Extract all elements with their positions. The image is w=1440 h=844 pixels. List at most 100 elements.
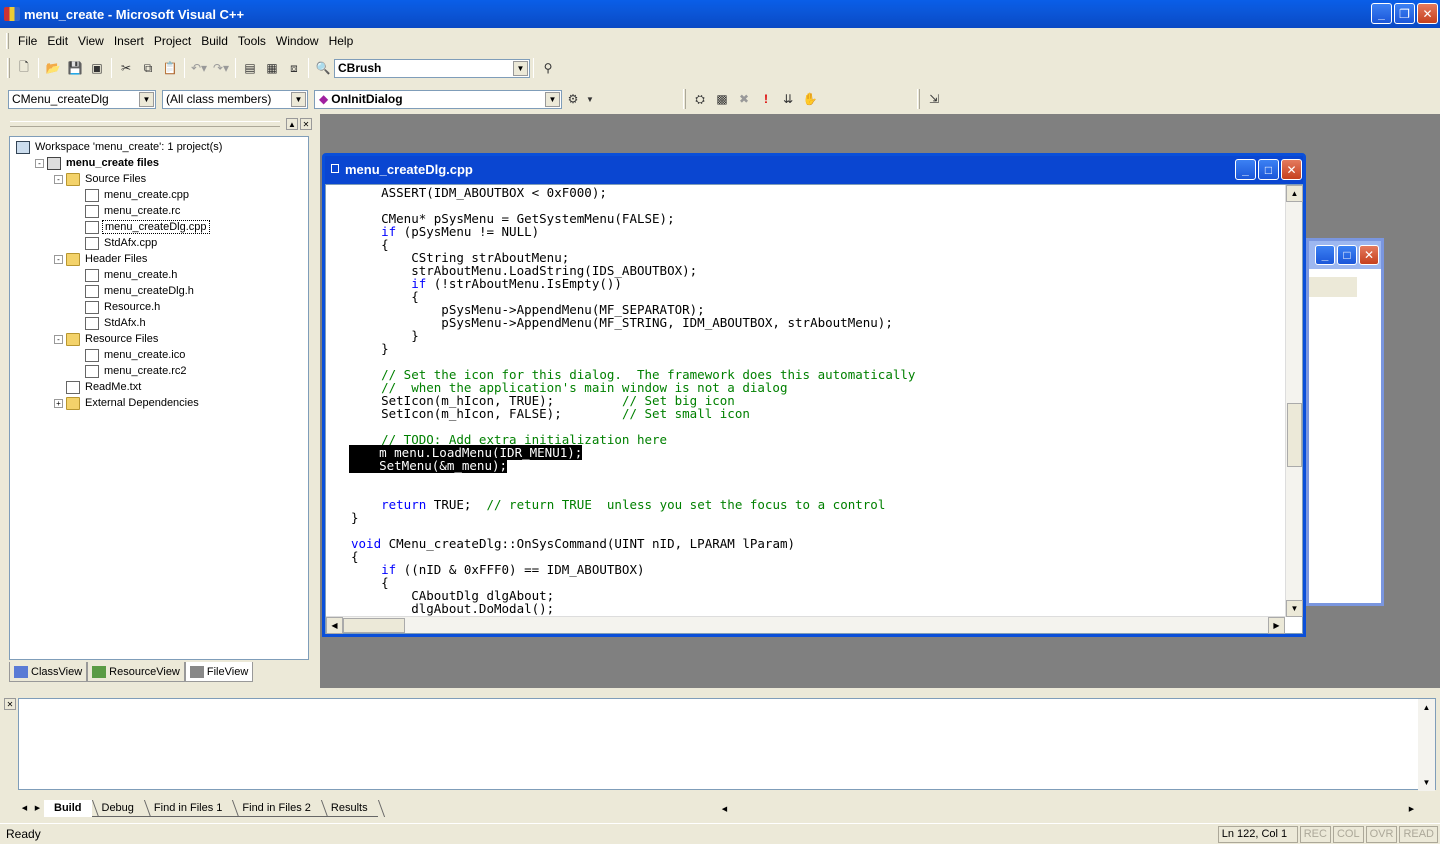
open-icon[interactable]: 📂 bbox=[42, 57, 64, 79]
tab-fileview[interactable]: FileView bbox=[184, 662, 254, 682]
redo-icon[interactable]: ↷▾ bbox=[210, 57, 232, 79]
save-all-icon[interactable]: ▣ bbox=[86, 57, 108, 79]
tree-item[interactable]: ReadMe.txt bbox=[10, 379, 308, 395]
panel-grip[interactable] bbox=[10, 121, 280, 127]
maximize-panel-icon[interactable]: ▲ bbox=[286, 118, 298, 130]
background-window[interactable]: _ □ ✕ bbox=[1306, 238, 1384, 606]
menu-build[interactable]: Build bbox=[196, 32, 233, 50]
tab-scroll-left-icon[interactable]: ◀ bbox=[18, 802, 31, 815]
tree-item[interactable]: menu_create.h bbox=[10, 267, 308, 283]
background-window-titlebar[interactable]: _ □ ✕ bbox=[1309, 241, 1381, 269]
close-panel-icon[interactable]: ✕ bbox=[4, 698, 16, 710]
menu-tools[interactable]: Tools bbox=[233, 32, 271, 50]
insert-resource-icon[interactable]: ⇲ bbox=[923, 88, 945, 110]
tree-item[interactable]: - Resource Files bbox=[10, 331, 308, 347]
class-combo[interactable]: CMenu_createDlg ▼ bbox=[8, 89, 156, 109]
tree-item[interactable]: StdAfx.cpp bbox=[10, 235, 308, 251]
scroll-thumb[interactable] bbox=[1287, 403, 1302, 467]
close-button[interactable]: ✕ bbox=[1281, 159, 1302, 180]
wizard-action-icon[interactable]: ⚙ bbox=[562, 88, 584, 110]
app-icon[interactable] bbox=[4, 7, 20, 21]
search-binoculars-icon[interactable]: ⚲ bbox=[537, 57, 559, 79]
execute-icon[interactable]: ! bbox=[755, 88, 777, 110]
tab-find-in-files-2[interactable]: Find in Files 2 bbox=[232, 800, 321, 817]
undo-icon[interactable]: ↶▾ bbox=[188, 57, 210, 79]
toolbar-grip[interactable] bbox=[683, 89, 686, 109]
scroll-right-icon[interactable]: ▶ bbox=[1268, 617, 1285, 634]
output-icon[interactable]: ▦ bbox=[261, 57, 283, 79]
tree-item[interactable]: menu_create.rc bbox=[10, 203, 308, 219]
tab-resourceview[interactable]: ResourceView bbox=[87, 662, 185, 682]
filter-combo[interactable]: (All class members) ▼ bbox=[162, 89, 308, 109]
collapse-icon[interactable]: - bbox=[54, 334, 63, 344]
copy-icon[interactable]: ⧉ bbox=[137, 57, 159, 79]
expand-icon[interactable]: + bbox=[54, 398, 63, 408]
restore-button[interactable]: ❐ bbox=[1394, 3, 1415, 24]
menu-help[interactable]: Help bbox=[324, 32, 359, 50]
tree-item[interactable]: menu_create.cpp bbox=[10, 187, 308, 203]
find-in-files-icon[interactable]: 🔍 bbox=[312, 57, 334, 79]
editor-titlebar[interactable]: menu_createDlg.cpp _ □ ✕ bbox=[325, 156, 1303, 182]
tree-item[interactable]: - menu_create files bbox=[10, 155, 308, 171]
save-icon[interactable]: 💾 bbox=[64, 57, 86, 79]
minimize-button[interactable]: _ bbox=[1371, 3, 1392, 24]
chevron-down-icon[interactable]: ▼ bbox=[139, 91, 154, 107]
horizontal-scrollbar[interactable]: ◀ ▶ bbox=[326, 616, 1285, 634]
menu-file[interactable]: File bbox=[13, 32, 42, 50]
tree-item[interactable]: Workspace 'menu_create': 1 project(s) bbox=[10, 139, 308, 155]
tab-classview[interactable]: ClassView bbox=[9, 662, 88, 682]
chevron-down-icon[interactable]: ▼ bbox=[513, 60, 528, 76]
menu-edit[interactable]: Edit bbox=[42, 32, 73, 50]
vertical-scrollbar[interactable]: ▲ ▼ bbox=[1285, 185, 1303, 617]
tab-find-in-files-1[interactable]: Find in Files 1 bbox=[143, 800, 233, 817]
scroll-up-icon[interactable]: ▲ bbox=[1418, 699, 1435, 716]
tree-item[interactable]: + External Dependencies bbox=[10, 395, 308, 411]
toolbar-grip[interactable] bbox=[917, 89, 920, 109]
close-button[interactable]: ✕ bbox=[1359, 245, 1379, 265]
workspace-icon[interactable]: ▤ bbox=[239, 57, 261, 79]
member-combo[interactable]: ◆ OnInitDialog ▼ bbox=[314, 89, 562, 109]
tree-item[interactable]: menu_create.rc2 bbox=[10, 363, 308, 379]
tab-scroll-right-icon[interactable]: ▶ bbox=[31, 802, 44, 815]
cut-icon[interactable]: ✂ bbox=[115, 57, 137, 79]
minimize-button[interactable]: _ bbox=[1235, 159, 1256, 180]
chevron-down-icon[interactable]: ▼ bbox=[291, 91, 306, 107]
tab-build[interactable]: Build bbox=[44, 799, 92, 817]
go-icon[interactable]: ⇊ bbox=[777, 88, 799, 110]
window-list-icon[interactable]: ⧈ bbox=[283, 57, 305, 79]
collapse-icon[interactable]: - bbox=[54, 174, 63, 184]
menu-view[interactable]: View bbox=[73, 32, 109, 50]
scroll-left-icon[interactable]: ◀ bbox=[326, 617, 343, 634]
collapse-icon[interactable]: - bbox=[35, 158, 44, 168]
menu-window[interactable]: Window bbox=[271, 32, 324, 50]
scroll-left-icon[interactable]: ◀ bbox=[718, 802, 731, 815]
menu-project[interactable]: Project bbox=[149, 32, 196, 50]
chevron-down-icon[interactable]: ▼ bbox=[584, 88, 596, 110]
tree-item[interactable]: menu_createDlg.h bbox=[10, 283, 308, 299]
stop-build-icon[interactable]: ✖ bbox=[733, 88, 755, 110]
toolbar-grip[interactable] bbox=[7, 58, 10, 78]
breakpoint-hand-icon[interactable]: ✋ bbox=[799, 88, 821, 110]
new-text-file-icon[interactable]: 🗋 bbox=[13, 57, 35, 79]
output-horizontal-scrollbar[interactable]: ◀ ▶ bbox=[718, 801, 1418, 816]
tab-results[interactable]: Results bbox=[320, 800, 378, 817]
compile-icon[interactable]: ⛭ bbox=[689, 88, 711, 110]
maximize-button[interactable]: □ bbox=[1258, 159, 1279, 180]
tree-item[interactable]: StdAfx.h bbox=[10, 315, 308, 331]
tree-item[interactable]: menu_create.ico bbox=[10, 347, 308, 363]
code-text-area[interactable]: ASSERT(IDM_ABOUTBOX < 0xF000); CMenu* pS… bbox=[326, 185, 1285, 617]
scroll-thumb[interactable] bbox=[343, 618, 405, 633]
menu-insert[interactable]: Insert bbox=[109, 32, 149, 50]
collapse-icon[interactable]: - bbox=[54, 254, 63, 264]
close-panel-icon[interactable]: ✕ bbox=[300, 118, 312, 130]
document-icon[interactable] bbox=[331, 164, 339, 173]
output-text-area[interactable]: ▲ ▼ bbox=[18, 698, 1436, 791]
close-button[interactable]: ✕ bbox=[1417, 3, 1438, 24]
scroll-down-icon[interactable]: ▼ bbox=[1286, 600, 1303, 617]
chevron-down-icon[interactable]: ▼ bbox=[545, 91, 560, 107]
find-combo[interactable]: CBrush ▼ bbox=[334, 58, 530, 78]
build-icon[interactable]: ▩ bbox=[711, 88, 733, 110]
menubar-grip[interactable] bbox=[6, 33, 9, 49]
tab-debug[interactable]: Debug bbox=[91, 800, 144, 817]
scroll-right-icon[interactable]: ▶ bbox=[1405, 802, 1418, 815]
